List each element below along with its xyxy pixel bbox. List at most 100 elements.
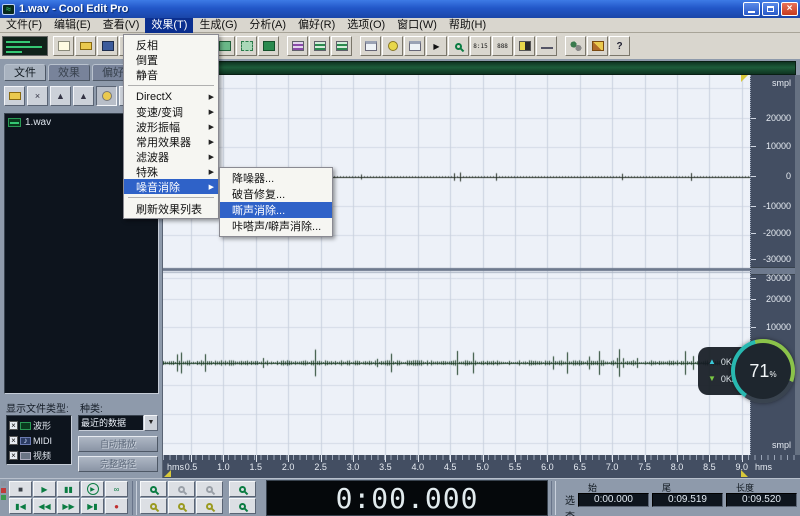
sort-dropdown[interactable]: 最近的数据 ▼ bbox=[78, 415, 158, 431]
menubar-item-2[interactable]: 查看(V) bbox=[97, 18, 146, 33]
effects-menu-item-8[interactable]: 滤波器 ▶ bbox=[124, 149, 218, 164]
minimize-button[interactable] bbox=[743, 2, 760, 16]
zoom-in-button[interactable] bbox=[140, 481, 167, 497]
zoom-selection-right-button[interactable] bbox=[196, 498, 223, 514]
convert-sample-type-button[interactable] bbox=[258, 36, 279, 56]
progress-percent-unit: % bbox=[769, 369, 777, 379]
checkbox-2[interactable]: × bbox=[9, 451, 18, 460]
zoom-out-button[interactable] bbox=[168, 481, 195, 497]
view-spectral-button[interactable] bbox=[309, 36, 330, 56]
insert-into-cd-icon: ▲ bbox=[79, 91, 88, 101]
checkbox-1[interactable]: × bbox=[9, 436, 18, 445]
selection-view-table: 始尾长度选0:00.0000:09.5190:09.520查看0:00.0000… bbox=[558, 479, 800, 516]
play-button[interactable]: ▶ bbox=[33, 481, 56, 497]
noise-submenu-item-3[interactable]: 咔嗒声/噼声消除... bbox=[220, 218, 332, 234]
open-file-button[interactable] bbox=[4, 86, 25, 106]
menubar-item-0[interactable]: 文件(F) bbox=[0, 18, 48, 33]
waveform-canvas[interactable] bbox=[163, 75, 750, 455]
view-switch-widget[interactable] bbox=[2, 36, 48, 56]
menubar-item-5[interactable]: 分析(A) bbox=[243, 18, 292, 33]
play-cursor-button[interactable]: ▶ bbox=[426, 36, 447, 56]
frequency-window-button[interactable]: 888 bbox=[492, 36, 513, 56]
effects-menu-item-6[interactable]: 波形振幅 ▶ bbox=[124, 119, 218, 134]
progress-ring[interactable]: 71 % bbox=[731, 339, 795, 403]
effects-menu-item-label: 刷新效果列表 bbox=[136, 203, 202, 216]
record-button[interactable]: ● bbox=[105, 498, 128, 514]
rewind-button[interactable]: ◀◀ bbox=[33, 498, 56, 514]
zoom-to-selection-button[interactable] bbox=[229, 481, 256, 497]
loop-button[interactable]: ∞ bbox=[105, 481, 128, 497]
menubar-item-8[interactable]: 窗口(W) bbox=[391, 18, 443, 33]
midi-icon: ♪ bbox=[20, 436, 31, 445]
time-window-button[interactable]: 8:15 bbox=[470, 36, 491, 56]
grid-toggle-button[interactable] bbox=[514, 36, 535, 56]
menubar-item-3[interactable]: 效果(T) bbox=[145, 17, 194, 33]
panel-tab-0[interactable]: 文件 bbox=[4, 64, 46, 81]
fast-forward-button[interactable]: ▶▶ bbox=[57, 498, 80, 514]
new-file-button[interactable] bbox=[53, 36, 74, 56]
effects-menu-item-10[interactable]: 噪音消除 ▶ bbox=[124, 179, 218, 194]
time-tick-label: 6.5 bbox=[573, 462, 587, 472]
noise-submenu-item-1[interactable]: 破音修复... bbox=[220, 186, 332, 202]
play-options-button[interactable] bbox=[382, 36, 403, 56]
save-file-button[interactable] bbox=[97, 36, 118, 56]
zoom-to-selection-icon bbox=[239, 485, 246, 493]
info-window-button[interactable] bbox=[404, 36, 425, 56]
effects-menu-item-1[interactable]: 倒置 bbox=[124, 52, 218, 67]
overview-bar[interactable] bbox=[163, 61, 796, 75]
full-paths-button[interactable]: 完整路径 bbox=[78, 456, 158, 472]
menubar-item-4[interactable]: 生成(G) bbox=[193, 18, 243, 33]
stop-button[interactable]: ■ bbox=[9, 481, 32, 497]
scripts-button[interactable] bbox=[565, 36, 586, 56]
help-button[interactable]: ? bbox=[609, 36, 630, 56]
panel-tab-1[interactable]: 效果 bbox=[48, 64, 90, 81]
effects-menu-item-9[interactable]: 特殊 ▶ bbox=[124, 164, 218, 179]
crop-button[interactable] bbox=[236, 36, 257, 56]
waveform-display[interactable] bbox=[163, 75, 750, 455]
view-waveform-button[interactable] bbox=[287, 36, 308, 56]
play-looped-button[interactable]: ▶ bbox=[81, 481, 104, 497]
menubar-item-9[interactable]: 帮助(H) bbox=[443, 18, 492, 33]
pause-button[interactable]: ▮▮ bbox=[57, 481, 80, 497]
effects-menu-item-0[interactable]: 反相 bbox=[124, 37, 218, 52]
effects-menu-item-12[interactable]: 刷新效果列表 bbox=[124, 201, 218, 216]
find-beats-button[interactable] bbox=[448, 36, 469, 56]
menubar-item-6[interactable]: 偏好(R) bbox=[292, 18, 341, 33]
chevron-down-icon[interactable]: ▼ bbox=[144, 415, 158, 431]
effects-menu-item-4[interactable]: DirectX ▶ bbox=[124, 89, 218, 104]
ruler-unit-bottom: smpl bbox=[771, 440, 791, 450]
go-to-start-button[interactable]: ▮◀ bbox=[9, 498, 32, 514]
effects-menu-item-2[interactable]: 静音 bbox=[124, 67, 218, 82]
type-filter-label: MIDI bbox=[33, 435, 52, 446]
status-bar-toggle-button[interactable] bbox=[536, 36, 557, 56]
zoom-selection-left-button[interactable] bbox=[140, 498, 167, 514]
menubar-item-1[interactable]: 编辑(E) bbox=[48, 18, 97, 33]
noise-reduction-submenu: 降噪器... 破音修复... 嘶声消除... 咔嗒声/噼声消除... bbox=[219, 167, 333, 237]
settings-button[interactable] bbox=[587, 36, 608, 56]
effects-menu-item-7[interactable]: 常用效果器 ▶ bbox=[124, 134, 218, 149]
effects-menu-item-5[interactable]: 变速/变调 ▶ bbox=[124, 104, 218, 119]
selection-handle-left[interactable] bbox=[164, 470, 171, 477]
time-tick-major bbox=[417, 455, 419, 462]
selection-handle-top[interactable] bbox=[741, 75, 748, 82]
time-ruler[interactable]: hms hms 0.5 1.0 1.5 2.0 2.5 3.0 3.5 4.0 4.5 5.0 5.… bbox=[163, 455, 800, 478]
organizer-toolbar: ×▲▲≡ bbox=[4, 86, 142, 106]
insert-into-cd-button[interactable]: ▲ bbox=[73, 86, 94, 106]
zoom-out-full-button[interactable] bbox=[229, 498, 256, 514]
insert-into-multitrack-button[interactable]: ▲ bbox=[50, 86, 71, 106]
close-file-button[interactable]: × bbox=[27, 86, 48, 106]
auto-play-button[interactable]: 自动播放 bbox=[78, 436, 158, 452]
noise-submenu-item-0[interactable]: 降噪器... bbox=[220, 170, 332, 186]
menubar-item-7[interactable]: 选项(O) bbox=[341, 18, 391, 33]
checkbox-0[interactable]: × bbox=[9, 421, 18, 430]
view-multitrack-button[interactable] bbox=[331, 36, 352, 56]
zoom-selection-full-button[interactable] bbox=[168, 498, 195, 514]
noise-submenu-item-2[interactable]: 嘶声消除... bbox=[220, 202, 332, 218]
go-to-end-button[interactable]: ▶▮ bbox=[81, 498, 104, 514]
cue-list-button[interactable] bbox=[360, 36, 381, 56]
zoom-full-button[interactable] bbox=[196, 481, 223, 497]
close-button[interactable]: × bbox=[781, 2, 798, 16]
restore-button[interactable] bbox=[762, 2, 779, 16]
sort-options-button[interactable] bbox=[96, 86, 117, 106]
open-file-button[interactable] bbox=[75, 36, 96, 56]
